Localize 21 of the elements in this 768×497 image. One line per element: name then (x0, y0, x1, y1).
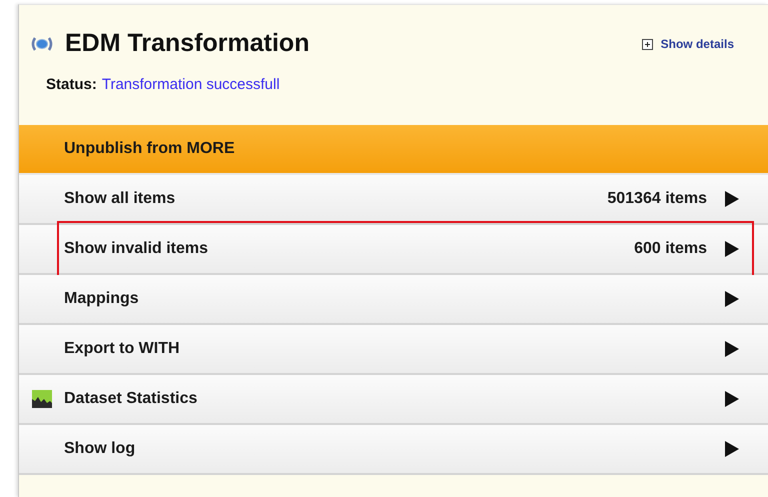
arrow-icon (725, 441, 739, 457)
item-count: 600 items (634, 240, 707, 258)
arrow-icon (725, 291, 739, 307)
arrow-icon (725, 191, 739, 207)
menu-item[interactable]: Show all items 501364 items (19, 175, 768, 225)
show-details-link[interactable]: Show details (660, 37, 734, 51)
chart-icon (32, 390, 52, 408)
menu-item[interactable]: Dataset Statistics (19, 375, 768, 425)
expand-icon[interactable] (642, 38, 653, 50)
broadcast-icon (31, 34, 53, 52)
menu-item[interactable]: Export to WITH (19, 325, 768, 375)
menu-item[interactable]: Mappings (19, 275, 768, 325)
panel-title: EDM Transformation (65, 29, 310, 58)
status-value: Transformation successfull (102, 76, 280, 93)
arrow-icon (725, 241, 739, 257)
action-button[interactable]: Unpublish from MORE (19, 125, 768, 175)
menu-item[interactable]: Show log (19, 425, 768, 475)
item-count: 501364 items (607, 190, 707, 208)
arrow-icon (725, 391, 739, 407)
status-label: Status: (46, 76, 97, 93)
arrow-icon (725, 341, 739, 357)
